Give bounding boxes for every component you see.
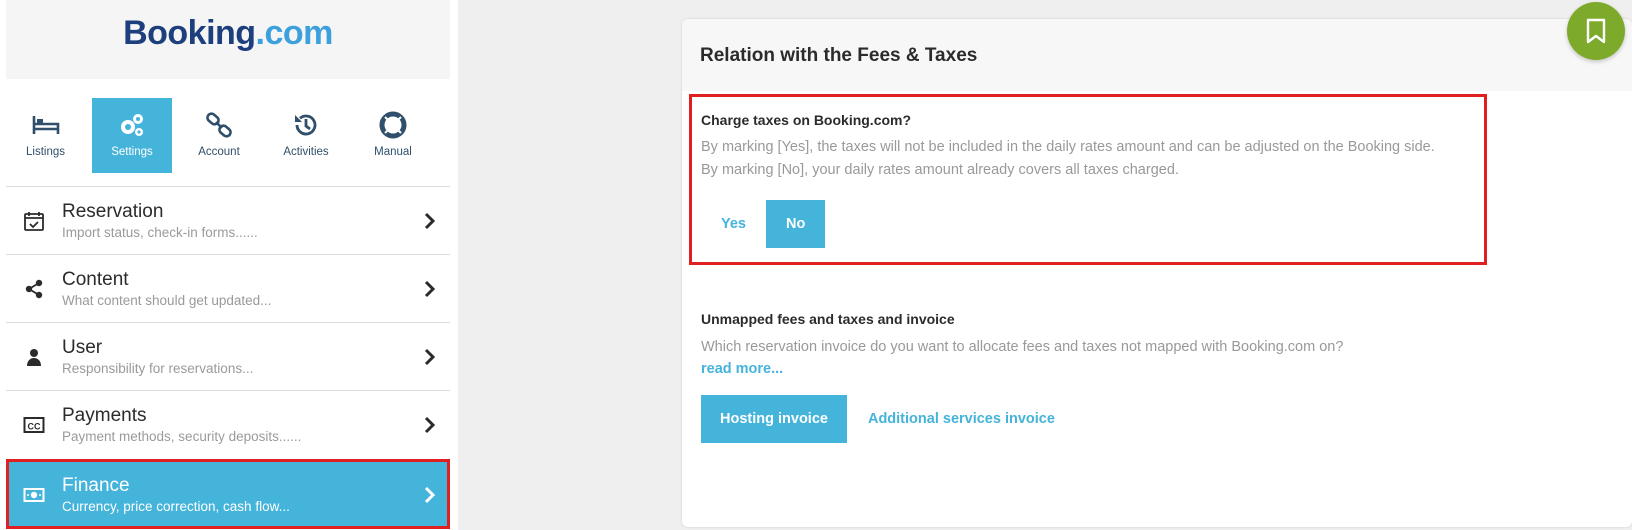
menu-item-payments[interactable]: CC Payments Payment methods, security de… [6, 390, 450, 458]
invoice-toggle: Hosting invoice Additional services invo… [701, 395, 1481, 443]
bookmark-button[interactable] [1567, 2, 1625, 60]
card-header: Relation with the Fees & Taxes [682, 19, 1632, 91]
menu-item-subtitle: What content should get updated... [62, 293, 272, 308]
logo-box: Booking.com [6, 0, 450, 79]
tab-manual[interactable]: Manual [346, 98, 440, 173]
menu-item-subtitle: Responsibility for reservations... [62, 361, 254, 376]
read-more-link[interactable]: read more... [701, 361, 1481, 377]
charge-taxes-desc-line2: By marking [No], your daily rates amount… [701, 162, 1179, 178]
tab-label: Manual [374, 146, 412, 158]
fees-taxes-card: Relation with the Fees & Taxes Charge ta… [682, 19, 1632, 527]
tab-activities[interactable]: Activities [266, 98, 346, 173]
additional-services-invoice-button[interactable]: Additional services invoice [847, 395, 1076, 443]
chevron-right-icon [424, 416, 436, 433]
yes-no-toggle: Yes No [701, 200, 1484, 248]
menu-item-title: Payments [62, 405, 147, 426]
menu-item-title: Finance [62, 475, 130, 496]
charge-taxes-desc-line1: By marking [Yes], the taxes will not be … [701, 139, 1435, 155]
history-icon [295, 114, 317, 136]
tab-settings[interactable]: Settings [92, 98, 172, 173]
charge-taxes-description: By marking [Yes], the taxes will not be … [701, 136, 1484, 182]
menu-item-content[interactable]: Content What content should get updated.… [6, 254, 450, 322]
tab-listings[interactable]: Listings [6, 98, 85, 173]
menu-item-user[interactable]: User Responsibility for reservations... [6, 322, 450, 390]
share-icon [25, 279, 43, 298]
chevron-right-icon [424, 212, 436, 229]
settings-tabs: Listings Settings Account Activities Man… [6, 98, 450, 173]
menu-item-title: Reservation [62, 201, 164, 222]
menu-item-subtitle: Payment methods, security deposits...... [62, 429, 302, 444]
user-icon [27, 348, 41, 366]
chevron-right-icon [424, 348, 436, 365]
card-title: Relation with the Fees & Taxes [700, 45, 978, 66]
unmapped-fees-section: Unmapped fees and taxes and invoice Whic… [701, 311, 1481, 443]
no-button[interactable]: No [766, 200, 826, 248]
money-icon [23, 487, 45, 502]
gears-icon [121, 114, 143, 136]
tab-account[interactable]: Account [172, 98, 266, 173]
settings-menu: Reservation Import status, check-in form… [6, 186, 450, 529]
yes-button[interactable]: Yes [701, 200, 766, 248]
charge-taxes-section: Charge taxes on Booking.com? By marking … [689, 94, 1487, 265]
logo-part1: Booking [123, 14, 256, 52]
booking-logo[interactable]: Booking.com [123, 14, 333, 53]
menu-item-subtitle: Currency, price correction, cash flow... [62, 499, 290, 514]
logo-part2: com [264, 14, 334, 52]
calendar-check-icon [24, 211, 44, 231]
menu-item-title: Content [62, 269, 129, 290]
menu-item-title: User [62, 337, 103, 358]
bookmark-icon [1586, 18, 1606, 44]
charge-taxes-question: Charge taxes on Booking.com? [701, 112, 912, 128]
chevron-right-icon [424, 280, 436, 297]
lifebuoy-icon [379, 111, 407, 139]
unmapped-fees-question: Unmapped fees and taxes and invoice [701, 311, 955, 327]
menu-item-subtitle: Import status, check-in forms...... [62, 225, 258, 240]
unmapped-fees-description: Which reservation invoice do you want to… [701, 339, 1344, 355]
cc-icon: CC [23, 416, 45, 433]
logo-dot: . [255, 14, 265, 52]
tab-label: Activities [283, 146, 329, 158]
tab-label: Listings [26, 146, 65, 158]
sidebar: Booking.com Listings Settings Account Ac… [0, 0, 458, 530]
svg-text:CC: CC [28, 421, 41, 431]
bed-icon [32, 116, 59, 134]
menu-item-finance[interactable]: Finance Currency, price correction, cash… [6, 459, 450, 529]
tab-label: Account [198, 146, 240, 158]
tab-label: Settings [111, 146, 153, 158]
chevron-right-icon [424, 486, 436, 503]
menu-item-reservation[interactable]: Reservation Import status, check-in form… [6, 186, 450, 254]
link-icon [206, 112, 232, 138]
hosting-invoice-button[interactable]: Hosting invoice [701, 395, 847, 443]
